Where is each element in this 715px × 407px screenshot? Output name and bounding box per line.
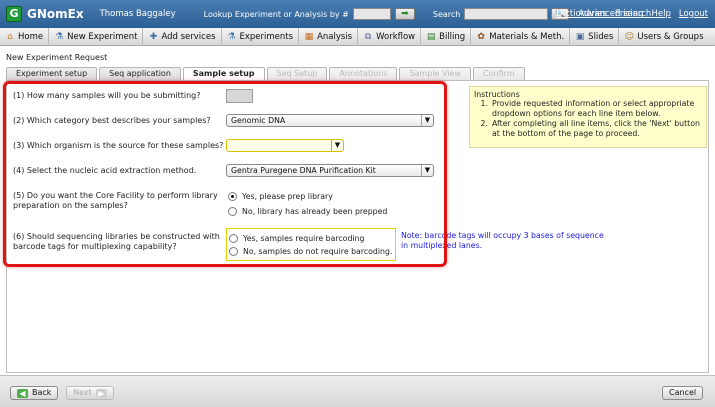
instructions-box: Instructions 1. Provide requested inform… xyxy=(469,86,707,148)
sample-count-input[interactable] xyxy=(226,89,253,103)
menu-home[interactable]: ⌂ Home xyxy=(0,27,50,46)
instructions-title: Instructions xyxy=(474,90,520,99)
page-title: New Experiment Request xyxy=(6,53,108,62)
extraction-method-select[interactable]: Gentra Puregene DNA Purification Kit ▼ xyxy=(226,164,434,177)
library-prep-no-option[interactable]: No, library has already been prepped xyxy=(228,207,387,216)
lookup-go-button[interactable]: ➡ xyxy=(394,8,415,20)
question-organism: (3) Which organism is the source for the… xyxy=(13,141,224,150)
next-button: Next ▶ xyxy=(66,386,114,400)
tab-confirm: Confirm xyxy=(472,67,525,80)
flask-icon: ⚗ xyxy=(55,31,64,42)
tab-sample-view: Sample View xyxy=(399,67,471,80)
users-icon: ☺ xyxy=(624,31,635,42)
pricing-link[interactable]: Pricing xyxy=(615,9,644,19)
question-barcoding-line2: barcode tags for multiplexing capability… xyxy=(13,242,177,251)
chevron-down-icon: ▼ xyxy=(421,115,433,126)
question-library-prep-line2: preparation on the samples? xyxy=(13,201,128,210)
menu-users-groups[interactable]: ☺ Users & Groups xyxy=(619,28,708,46)
arrow-right-icon: ▶ xyxy=(95,388,107,398)
logout-link[interactable]: Logout xyxy=(679,9,708,19)
tab-sample-setup[interactable]: Sample setup xyxy=(182,67,265,80)
question-barcoding-line1: (6) Should sequencing libraries be const… xyxy=(13,232,220,241)
question-library-prep: (5) Do you want the Core Facility to per… xyxy=(13,191,218,211)
plus-icon: ✚ xyxy=(149,31,158,42)
menu-analysis[interactable]: ▦ Analysis xyxy=(299,27,359,46)
dictionaries-link[interactable]: Dictionaries xyxy=(556,9,607,19)
extraction-method-value: Gentra Puregene DNA Purification Kit xyxy=(231,166,376,175)
radio-button[interactable] xyxy=(229,234,238,243)
arrow-left-icon: ◀ xyxy=(17,388,28,398)
back-button[interactable]: ◀ Back xyxy=(10,386,59,400)
tab-seq-setup: Seq Setup xyxy=(266,67,328,80)
search-label: Search xyxy=(432,9,461,19)
category-select[interactable]: Genomic DNA ▼ xyxy=(226,114,434,127)
menu-workflow[interactable]: ⧉ Workflow xyxy=(358,27,422,46)
user-name: Thomas Baggaley xyxy=(99,9,176,19)
barcode-note: Note: barcode tags will occupy 3 bases o… xyxy=(401,231,604,250)
question-library-prep-line1: (5) Do you want the Core Facility to per… xyxy=(13,191,218,200)
question-barcoding: (6) Should sequencing libraries be const… xyxy=(13,232,220,252)
logo-icon: G xyxy=(6,6,22,22)
organism-select[interactable]: ▼ xyxy=(226,139,344,152)
workflow-icon: ⧉ xyxy=(364,31,372,42)
radio-button[interactable] xyxy=(229,247,238,256)
radio-button[interactable] xyxy=(228,207,237,216)
lookup-input[interactable] xyxy=(352,8,391,20)
chart-icon: ▦ xyxy=(304,31,314,42)
chevron-down-icon: ▼ xyxy=(421,165,433,176)
search-input[interactable] xyxy=(464,8,549,20)
arrow-right-icon: ➡ xyxy=(401,9,409,19)
barcoding-no-option[interactable]: No, samples do not require barcoding. xyxy=(229,247,392,256)
footer-bar: ◀ Back Next ▶ Cancel xyxy=(0,375,715,407)
tab-annotations: Annotations xyxy=(329,67,398,80)
menu-new-experiment[interactable]: ⚗ New Experiment xyxy=(49,27,144,46)
menu-experiments[interactable]: ⚗ Experiments xyxy=(222,27,300,46)
home-icon: ⌂ xyxy=(7,31,13,42)
library-prep-yes-option[interactable]: Yes, please prep library xyxy=(228,192,333,201)
flask-icon: ⚗ xyxy=(227,31,236,42)
menu-billing[interactable]: ▤ Billing xyxy=(421,27,472,46)
logo: G GNomEx xyxy=(6,6,84,22)
slides-icon: ▣ xyxy=(575,31,585,42)
materials-icon: ✿ xyxy=(477,31,485,42)
menu-bar: ⌂ Home ⚗ New Experiment ✚ Add services ⚗ Exp… xyxy=(0,27,715,46)
barcode-options-box xyxy=(226,228,396,261)
app-name: GNomEx xyxy=(27,7,84,21)
billing-icon: ▤ xyxy=(426,31,436,42)
instruction-item: 1. Provide requested information or sele… xyxy=(480,99,695,118)
instruction-item: 2. After completing all line items, clic… xyxy=(480,119,700,138)
question-category: (2) Which category best describes your s… xyxy=(13,116,211,125)
menu-slides[interactable]: ▣ Slides xyxy=(570,27,620,46)
tab-experiment-setup[interactable]: Experiment setup xyxy=(6,67,98,80)
tab-bar: Experiment setup Seq application Sample … xyxy=(6,67,527,80)
question-extraction-method: (4) Select the nucleic acid extraction m… xyxy=(13,166,197,175)
menu-add-services[interactable]: ✚ Add services xyxy=(143,27,222,46)
radio-button[interactable] xyxy=(228,192,237,201)
category-value: Genomic DNA xyxy=(231,116,286,125)
lookup-label: Lookup Experiment or Analysis by # xyxy=(203,9,349,19)
header-links: Dictionaries Pricing Help Logout xyxy=(556,9,708,19)
tab-seq-application[interactable]: Seq application xyxy=(99,67,181,80)
barcoding-yes-option[interactable]: Yes, samples require barcoding xyxy=(229,234,364,243)
help-link[interactable]: Help xyxy=(652,9,671,19)
header-bar: G GNomEx Thomas Baggaley Lookup Experime… xyxy=(0,0,715,28)
chevron-down-icon: ▼ xyxy=(331,140,343,151)
menu-materials[interactable]: ✿ Materials & Meth. xyxy=(471,27,571,46)
question-sample-count: (1) How many samples will you be submitt… xyxy=(13,91,201,100)
cancel-button[interactable]: Cancel xyxy=(662,386,704,400)
